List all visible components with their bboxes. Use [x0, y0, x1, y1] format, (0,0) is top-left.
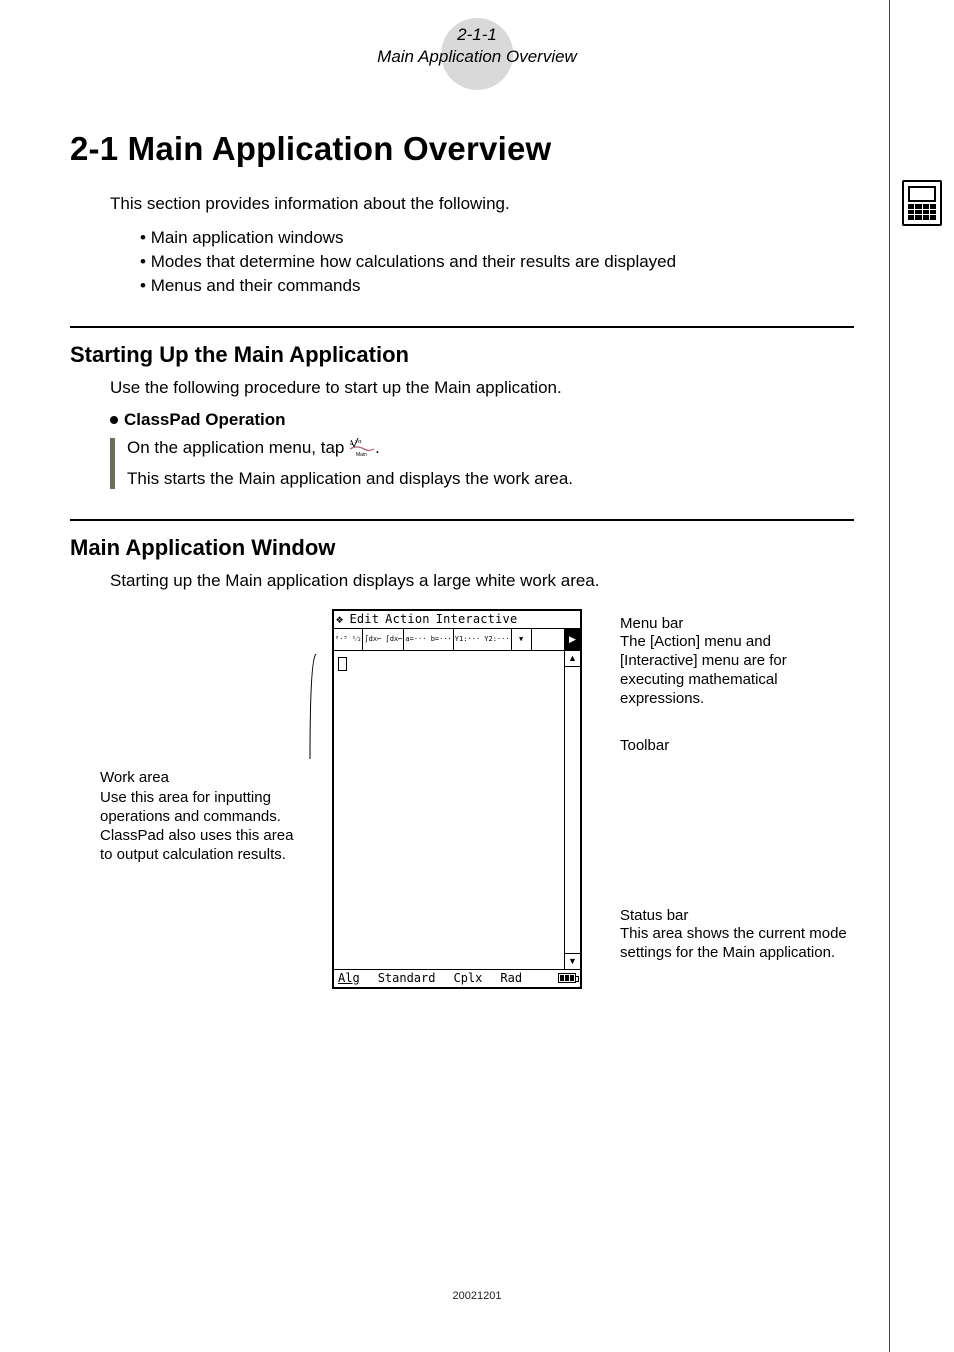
scroll-down-icon: ▼ — [565, 953, 580, 969]
status-rad: Rad — [500, 971, 522, 985]
callout-statusbar: Status bar This area shows the current m… — [620, 907, 850, 963]
toolbar-scroll-right: ▶ — [564, 629, 580, 650]
footer-code: 20021201 — [0, 1290, 954, 1302]
section-para: Use the following procedure to start up … — [110, 378, 854, 398]
device-scrollbar: ▲ ▼ — [564, 651, 580, 969]
page: 2-1-1 Main Application Overview 2-1 Main… — [0, 0, 954, 1352]
operation-heading-text: ClassPad Operation — [124, 410, 286, 429]
section-heading: Main Application Window — [70, 535, 854, 561]
content: 2-1 Main Application Overview This secti… — [70, 130, 854, 1029]
right-sidebar — [889, 0, 954, 1352]
intro-text: This section provides information about … — [110, 194, 854, 214]
section-heading: Starting Up the Main Application — [70, 342, 854, 368]
diagram: Work area Use this area for inputting op… — [70, 609, 854, 1029]
device-screenshot: ❖ Edit Action Interactive ⁰·⁵ ¹⁄₂ ∫dx⌐ ∫… — [332, 609, 582, 989]
callout-body: Use this area for inputting operations a… — [100, 789, 310, 864]
device-statusbar: Alg Standard Cplx Rad — [334, 969, 580, 987]
section-para: Starting up the Main application display… — [110, 571, 854, 591]
intro-bullets: Main application windows Modes that dete… — [140, 228, 854, 296]
page-title: 2-1 Main Application Overview — [70, 130, 854, 168]
status-standard: Standard — [378, 971, 436, 985]
device-work-area — [334, 651, 564, 969]
page-header-title: Main Application Overview — [377, 46, 577, 68]
status-cplx: Cplx — [453, 971, 482, 985]
toolbar-button: Y1:··· Y2:··· — [454, 629, 512, 650]
main-app-icon: a √α Main — [349, 437, 375, 457]
toolbar-button-dropdown: ▼ — [512, 629, 532, 650]
callout-menubar: Menu bar The [Action] menu and [Interact… — [620, 615, 850, 709]
page-ref: 2-1-1 — [377, 24, 577, 46]
device-toolbar: ⁰·⁵ ¹⁄₂ ∫dx⌐ ∫dx⌐ a=··· b=··· Y1:··· Y2:… — [334, 629, 580, 651]
device-menubar: ❖ Edit Action Interactive — [334, 611, 580, 629]
section-rule — [70, 519, 854, 521]
step-block: On the application menu, tap a √α Main .… — [110, 438, 854, 489]
connector-lines — [70, 609, 370, 759]
callout-title: Work area — [100, 769, 310, 788]
toolbar-button: ∫dx⌐ ∫dx⌐ — [363, 629, 404, 650]
status-alg: Alg — [338, 971, 360, 985]
menu-interactive: Interactive — [436, 612, 518, 626]
operation-heading: ClassPad Operation — [110, 410, 854, 430]
callout-toolbar: Toolbar — [620, 737, 669, 756]
page-header: 2-1-1 Main Application Overview — [377, 24, 577, 68]
bullet-item: Menus and their commands — [140, 276, 854, 296]
toolbar-button: a=··· b=··· — [404, 629, 453, 650]
menu-action: Action — [385, 612, 430, 626]
callout-title: Menu bar — [620, 615, 850, 634]
menu-edit: Edit — [349, 612, 379, 626]
bullet-item: Main application windows — [140, 228, 854, 248]
section-rule — [70, 326, 854, 328]
callout-title: Status bar — [620, 907, 850, 926]
toolbar-button: ⁰·⁵ ¹⁄₂ — [334, 629, 363, 650]
callout-body: The [Action] menu and [Interactive] menu… — [620, 633, 850, 708]
step-text: On the application menu, tap — [127, 438, 349, 457]
step-text: . — [375, 438, 380, 457]
callout-work-area: Work area Use this area for inputting op… — [100, 769, 310, 865]
settings-menu-icon: ❖ — [336, 612, 343, 626]
battery-icon — [558, 973, 576, 983]
bullet-item: Modes that determine how calculations an… — [140, 252, 854, 272]
step-line: This starts the Main application and dis… — [127, 469, 854, 489]
step-line: On the application menu, tap a √α Main . — [127, 438, 854, 459]
scroll-up-icon: ▲ — [565, 651, 580, 667]
calculator-icon — [902, 180, 942, 226]
callout-body: This area shows the current mode setting… — [620, 925, 850, 963]
svg-text:Main: Main — [356, 452, 367, 457]
